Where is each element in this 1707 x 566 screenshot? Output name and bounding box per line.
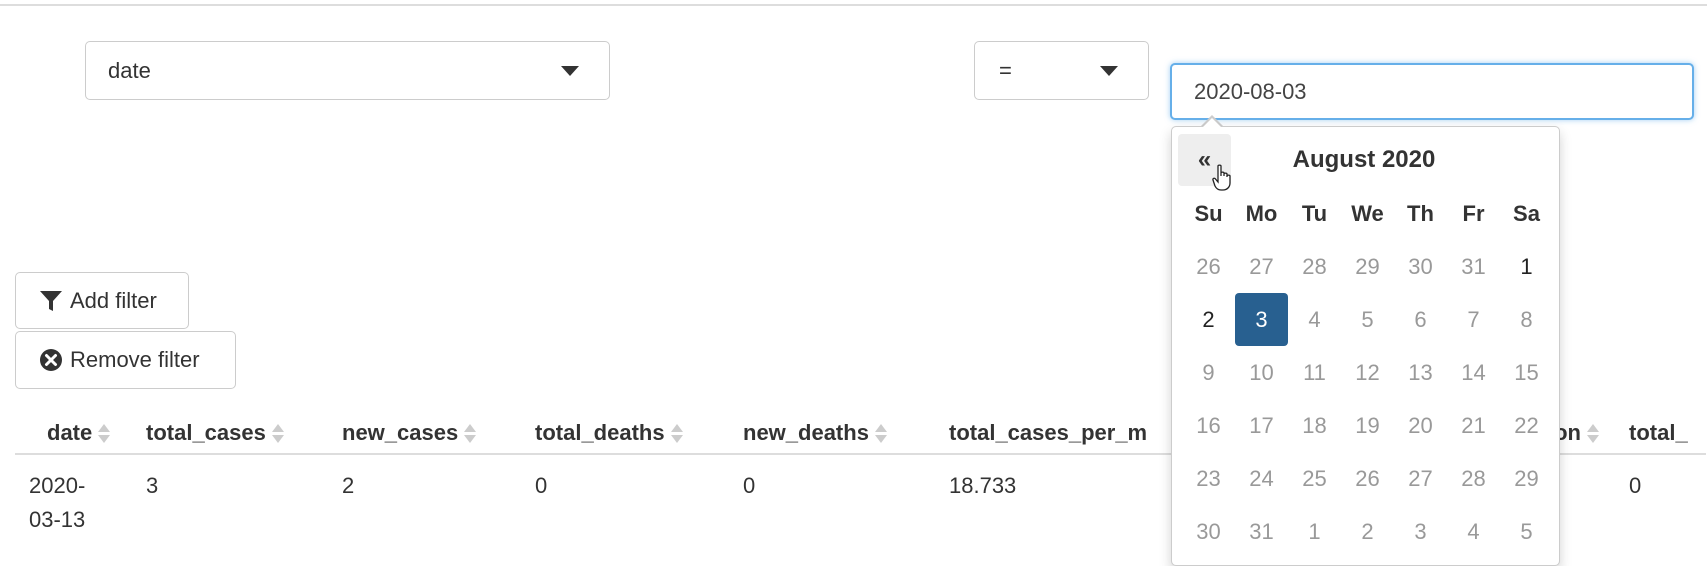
- datepicker-grid: Su Mo Tu We Th Fr Sa 26 27 28 29 30 31 1 2 3 4 5 6 7 8 9 10 11 1…: [1182, 187, 1553, 558]
- datepicker-day[interactable]: 19: [1341, 399, 1394, 452]
- close-circle-icon: [38, 347, 64, 373]
- remove-filter-label: Remove filter: [70, 347, 200, 372]
- datepicker-day[interactable]: 20: [1394, 399, 1447, 452]
- datepicker-day[interactable]: 28: [1447, 452, 1500, 505]
- datepicker-day[interactable]: 8: [1500, 293, 1553, 346]
- datepicker-day[interactable]: 31: [1235, 505, 1288, 558]
- datepicker-day[interactable]: 26: [1182, 240, 1235, 293]
- sort-icon: [874, 424, 887, 444]
- weekday-header: Fr: [1462, 200, 1485, 226]
- column-header-new-cases[interactable]: new_cases: [342, 412, 535, 455]
- datepicker-dropdown: « August 2020 Su Mo Tu We Th Fr Sa 26 27 28 29 30 31…: [1171, 126, 1560, 566]
- datepicker-day[interactable]: 18: [1288, 399, 1341, 452]
- column-header-total-deaths[interactable]: total_deaths: [535, 412, 743, 455]
- column-header-new-deaths[interactable]: new_deaths: [743, 412, 949, 455]
- datepicker-day[interactable]: 14: [1447, 346, 1500, 399]
- field-select[interactable]: date: [85, 41, 610, 100]
- datepicker-day[interactable]: 30: [1182, 505, 1235, 558]
- datepicker-month-title[interactable]: August 2020: [1231, 134, 1497, 186]
- table-cell: 3: [146, 473, 159, 498]
- table-cell: 0: [743, 473, 756, 498]
- datepicker-day[interactable]: 5: [1341, 293, 1394, 346]
- weekday-header: Tu: [1301, 200, 1328, 226]
- weekday-header: Th: [1407, 200, 1434, 226]
- chevron-down-icon: [561, 65, 579, 76]
- column-header-date[interactable]: date: [15, 412, 146, 455]
- sort-icon: [1587, 424, 1599, 444]
- filter-icon: [38, 288, 64, 314]
- chevron-down-icon: [1100, 65, 1118, 76]
- datepicker-day[interactable]: 4: [1288, 293, 1341, 346]
- datepicker-day[interactable]: 9: [1182, 346, 1235, 399]
- add-filter-button[interactable]: Add filter: [15, 272, 189, 329]
- datepicker-day[interactable]: 29: [1500, 452, 1553, 505]
- table-cell: 18.733: [949, 473, 1017, 498]
- sort-icon: [98, 424, 111, 444]
- datepicker-day[interactable]: 16: [1182, 399, 1235, 452]
- top-divider: [0, 4, 1707, 6]
- field-select-value: date: [108, 57, 151, 83]
- datepicker-day[interactable]: 22: [1500, 399, 1553, 452]
- datepicker-day[interactable]: 27: [1235, 240, 1288, 293]
- sort-icon: [271, 424, 284, 444]
- datepicker-day[interactable]: 6: [1394, 293, 1447, 346]
- datepicker-day[interactable]: 26: [1341, 452, 1394, 505]
- weekday-header: Mo: [1245, 200, 1278, 226]
- datepicker-day[interactable]: 3: [1235, 293, 1288, 346]
- datepicker-day[interactable]: 24: [1235, 452, 1288, 505]
- datepicker-day[interactable]: 28: [1288, 240, 1341, 293]
- add-filter-label: Add filter: [70, 287, 157, 313]
- table-cell: 0: [1629, 473, 1642, 498]
- datepicker-day[interactable]: 17: [1235, 399, 1288, 452]
- datepicker-day[interactable]: 29: [1341, 240, 1394, 293]
- table-cell: 2: [342, 473, 355, 498]
- operator-select-value: =: [999, 57, 1012, 83]
- datepicker-day[interactable]: 15: [1500, 346, 1553, 399]
- sort-icon: [464, 424, 477, 444]
- datepicker-day[interactable]: 21: [1447, 399, 1500, 452]
- weekday-header: We: [1351, 200, 1384, 226]
- datepicker-day[interactable]: 27: [1394, 452, 1447, 505]
- weekday-header: Su: [1194, 200, 1223, 226]
- datepicker-day[interactable]: 2: [1341, 505, 1394, 558]
- datepicker-day[interactable]: 5: [1500, 505, 1553, 558]
- datepicker-day[interactable]: 2: [1182, 293, 1235, 346]
- column-header-total-partial[interactable]: total_: [1611, 412, 1706, 455]
- datepicker-day[interactable]: 31: [1447, 240, 1500, 293]
- datepicker-day[interactable]: 3: [1394, 505, 1447, 558]
- datepicker-day[interactable]: 7: [1447, 293, 1500, 346]
- column-header-total-cases[interactable]: total_cases: [146, 412, 342, 455]
- datepicker-day[interactable]: 13: [1394, 346, 1447, 399]
- datepicker-day[interactable]: 11: [1288, 346, 1341, 399]
- weekday-header: Sa: [1513, 200, 1540, 226]
- datepicker-day[interactable]: 4: [1447, 505, 1500, 558]
- table-cell: 0: [535, 473, 548, 498]
- datepicker-day[interactable]: 1: [1500, 240, 1553, 293]
- sort-icon: [670, 424, 683, 444]
- datepicker-day[interactable]: 23: [1182, 452, 1235, 505]
- date-value-input[interactable]: [1170, 63, 1694, 120]
- datepicker-day[interactable]: 1: [1288, 505, 1341, 558]
- datepicker-day[interactable]: 12: [1341, 346, 1394, 399]
- datepicker-day[interactable]: 10: [1235, 346, 1288, 399]
- operator-select[interactable]: =: [974, 41, 1149, 100]
- remove-filter-button[interactable]: Remove filter: [15, 331, 236, 389]
- datepicker-day[interactable]: 25: [1288, 452, 1341, 505]
- datepicker-arrow-inner: [1202, 118, 1222, 128]
- table-cell: 2020- 03-13: [29, 473, 86, 532]
- datepicker-day[interactable]: 30: [1394, 240, 1447, 293]
- column-header-total-cases-per-m[interactable]: total_cases_per_m: [949, 412, 1175, 455]
